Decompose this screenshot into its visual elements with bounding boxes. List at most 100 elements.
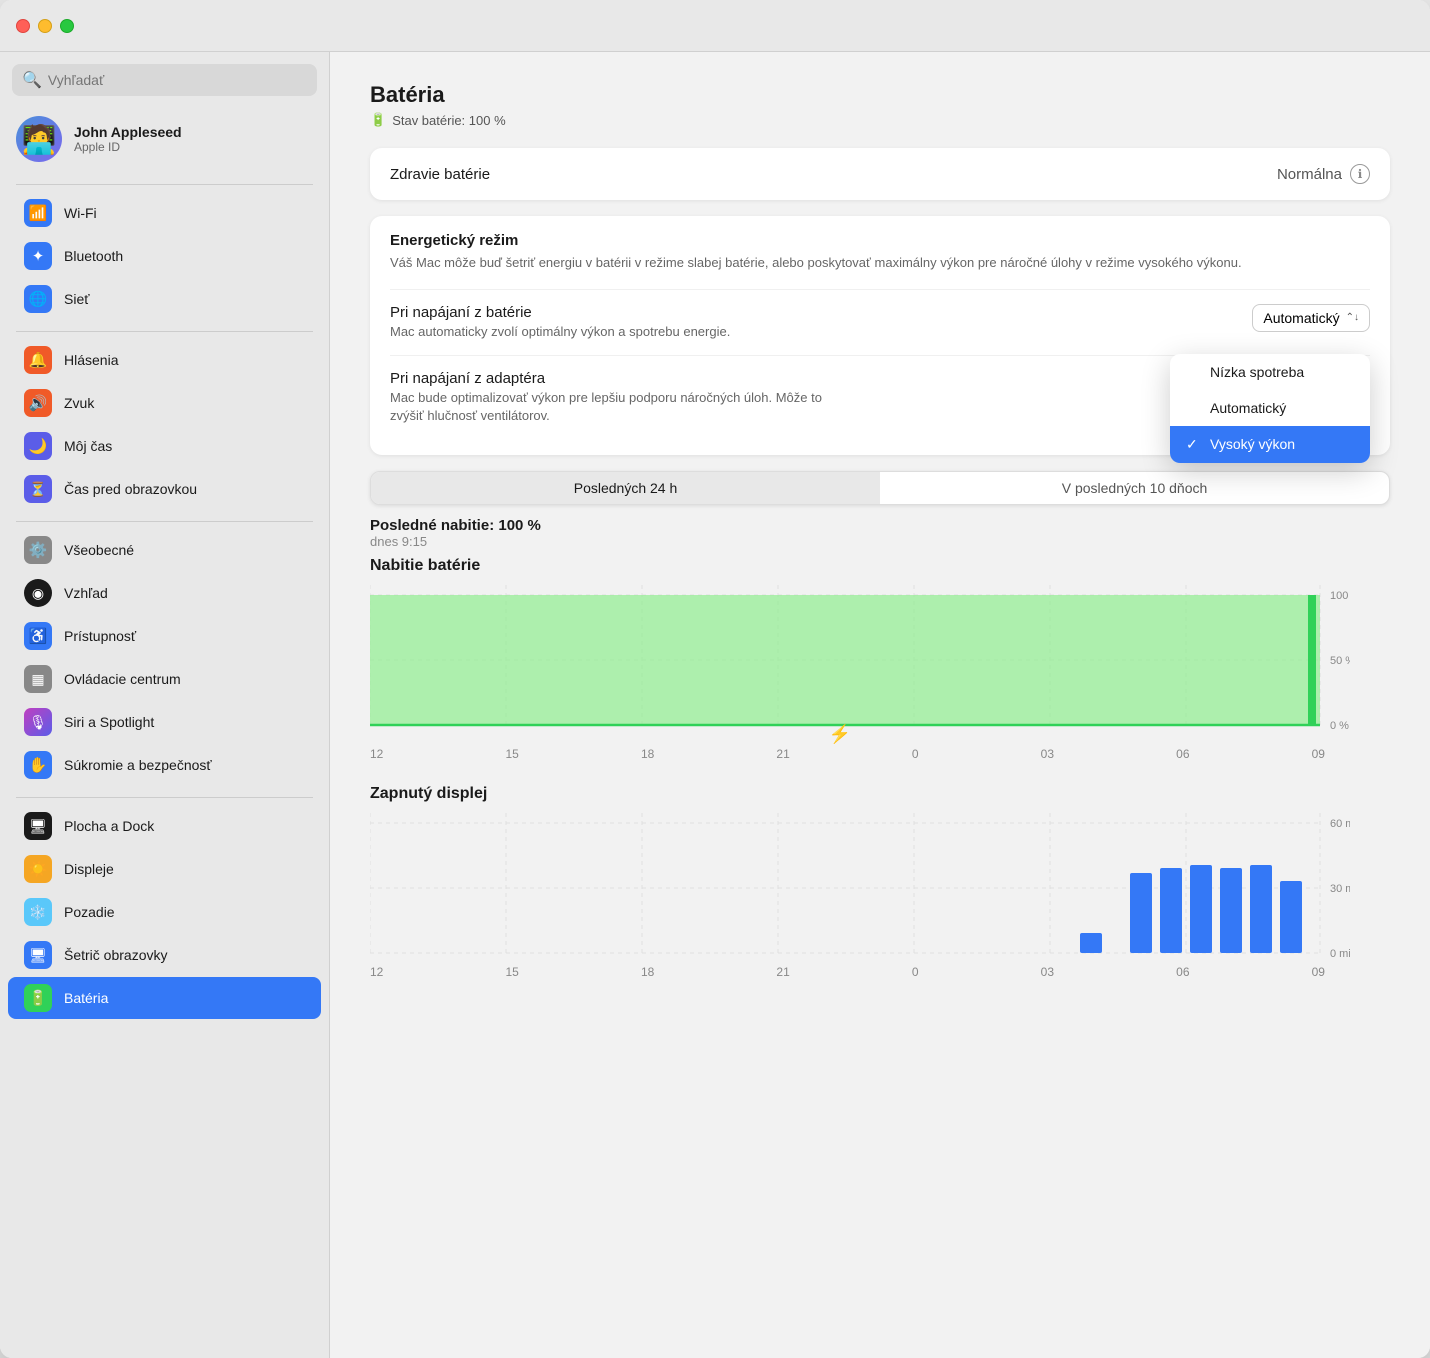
x-label-0: 0 [912, 747, 919, 761]
sidebar-item-wallpaper-label: Pozadie [64, 904, 115, 920]
sidebar-item-wifi-label: Wi-Fi [64, 205, 97, 221]
sidebar-section-network: 📶 Wi-Fi ✦ Bluetooth 🌐 Sieť [0, 191, 329, 321]
sidebar-section-notifications: 🔔 Hlásenia 🔊 Zvuk 🌙 Môj čas ⏳ Čas pred o… [0, 338, 329, 511]
sidebar-item-screentime[interactable]: ⏳ Čas pred obrazovkou [8, 468, 321, 510]
energy-section: Energetický režim Váš Mac môže buď šetri… [370, 216, 1390, 455]
time-10days-button[interactable]: V posledných 10 dňoch [880, 472, 1389, 504]
maximize-button[interactable] [60, 19, 74, 33]
battery-status-text: Stav batérie: 100 % [392, 113, 505, 128]
last-charged-text: Posledné nabitie: 100 % [370, 517, 1390, 534]
sidebar-item-accessibility[interactable]: ♿ Prístupnosť [8, 615, 321, 657]
main-panel: Batéria 🔋 Stav batérie: 100 % Zdravie ba… [330, 52, 1430, 1358]
battery-row-desc: Mac automaticky zvolí optimálny výkon a … [390, 323, 730, 341]
sidebar-section-system: ⚙️ Všeobecné ◉ Vzhľad ♿ Prístupnosť ▦ Ov… [0, 528, 329, 787]
sidebar-item-battery[interactable]: 🔋 Batéria [8, 977, 321, 1019]
accessibility-icon: ♿ [24, 622, 52, 650]
sidebar-item-screensaver[interactable]: 🖥 Šetrič obrazovky [8, 934, 321, 976]
user-profile[interactable]: 🧑‍💻 John Appleseed Apple ID [0, 108, 329, 170]
sidebar-item-appearance[interactable]: ◉ Vzhľad [8, 572, 321, 614]
display-chart-svg: 60 min 30 min 0 min [370, 813, 1350, 963]
desktop-icon: 🖥 [24, 812, 52, 840]
time-24h-button[interactable]: Posledných 24 h [371, 472, 880, 504]
battery-power-row: Pri napájaní z batérie Mac automaticky z… [390, 289, 1370, 355]
page-header: Batéria 🔋 Stav batérie: 100 % [370, 82, 1390, 128]
check-icon-high: ✓ [1186, 436, 1202, 453]
sidebar-item-siri-label: Siri a Spotlight [64, 714, 154, 730]
sidebar-item-wifi[interactable]: 📶 Wi-Fi [8, 192, 321, 234]
display-chart-section: Zapnutý displej [370, 785, 1390, 979]
battery-mode-dropdown[interactable]: Automatický ⌃↓ [1252, 304, 1370, 332]
chevron-down-icon: ⌃↓ [1346, 312, 1359, 323]
battery-icon-small: 🔋 [370, 112, 386, 128]
display-chart-title: Zapnutý displej [370, 785, 1390, 803]
battery-mode-value: Automatický [1263, 310, 1339, 326]
sidebar-divider-2 [16, 331, 313, 332]
battery-chart-wrapper: ⚡ 100 % 50 % 0 % 12 15 18 21 0 03 [370, 585, 1390, 761]
d-x-label-15: 15 [505, 965, 518, 979]
sidebar-item-sound-label: Zvuk [64, 395, 94, 411]
dropdown-item-low[interactable]: Nízka spotreba [1170, 354, 1370, 390]
energy-mode-description: Váš Mac môže buď šetriť energiu v batéri… [390, 253, 1370, 273]
battery-row-text: Pri napájaní z batérie Mac automaticky z… [390, 304, 730, 341]
sidebar-item-screensaver-label: Šetrič obrazovky [64, 947, 167, 963]
sidebar-item-screentime-label: Čas pred obrazovkou [64, 481, 197, 497]
adapter-row-desc: Mac bude optimalizovať výkon pre lepšiu … [390, 389, 850, 425]
sidebar-item-bluetooth[interactable]: ✦ Bluetooth [8, 235, 321, 277]
bluetooth-icon: ✦ [24, 242, 52, 270]
close-button[interactable] [16, 19, 30, 33]
dropdown-label-high: Vysoký výkon [1210, 436, 1295, 452]
dropdown-item-high[interactable]: ✓ Vysoký výkon [1170, 426, 1370, 463]
sound-icon: 🔊 [24, 389, 52, 417]
search-input[interactable] [48, 72, 307, 88]
sidebar-item-displays[interactable]: ☀️ Displeje [8, 848, 321, 890]
battery-chart-svg: ⚡ 100 % 50 % 0 % [370, 585, 1350, 745]
sidebar-item-privacy[interactable]: ✋ Súkromie a bezpečnosť [8, 744, 321, 786]
svg-text:0 %: 0 % [1330, 720, 1349, 732]
sidebar-item-displays-label: Displeje [64, 861, 114, 877]
x-label-12: 12 [370, 747, 383, 761]
focus-icon: 🌙 [24, 432, 52, 460]
sidebar-item-wallpaper[interactable]: ❄️ Pozadie [8, 891, 321, 933]
sidebar-item-focus-label: Môj čas [64, 438, 112, 454]
svg-text:⚡: ⚡ [829, 723, 851, 745]
d-x-label-0: 0 [912, 965, 919, 979]
sidebar-item-battery-label: Batéria [64, 990, 108, 1006]
x-label-06: 06 [1176, 747, 1189, 761]
battery-chart-section: Nabitie batérie [370, 557, 1390, 761]
dropdown-item-auto[interactable]: Automatický [1170, 390, 1370, 426]
screentime-icon: ⏳ [24, 475, 52, 503]
svg-text:0 min: 0 min [1330, 948, 1350, 960]
battery-x-axis: 12 15 18 21 0 03 06 09 [370, 747, 1325, 761]
sidebar-item-bluetooth-label: Bluetooth [64, 248, 123, 264]
x-label-03: 03 [1041, 747, 1054, 761]
user-info: John Appleseed Apple ID [74, 124, 182, 154]
sidebar-divider-1 [16, 184, 313, 185]
sidebar-item-focus[interactable]: 🌙 Môj čas [8, 425, 321, 467]
display-chart-wrapper: 60 min 30 min 0 min 12 15 18 21 0 03 06 … [370, 813, 1390, 979]
sidebar-divider-4 [16, 797, 313, 798]
dropdown-label-auto: Automatický [1210, 400, 1286, 416]
sidebar-item-desktop[interactable]: 🖥 Plocha a Dock [8, 805, 321, 847]
displays-icon: ☀️ [24, 855, 52, 883]
wifi-icon: 📶 [24, 199, 52, 227]
display-x-axis: 12 15 18 21 0 03 06 09 [370, 965, 1325, 979]
x-label-09: 09 [1312, 747, 1325, 761]
sidebar-item-notifications[interactable]: 🔔 Hlásenia [8, 339, 321, 381]
adapter-row-label: Pri napájaní z adaptéra [390, 370, 850, 387]
sidebar-item-general[interactable]: ⚙️ Všeobecné [8, 529, 321, 571]
info-button[interactable]: ℹ [1350, 164, 1370, 184]
minimize-button[interactable] [38, 19, 52, 33]
sidebar-item-sound[interactable]: 🔊 Zvuk [8, 382, 321, 424]
sidebar-item-controlcenter[interactable]: ▦ Ovládacie centrum [8, 658, 321, 700]
sidebar-item-network[interactable]: 🌐 Sieť [8, 278, 321, 320]
d-x-label-21: 21 [776, 965, 789, 979]
sidebar-item-siri[interactable]: 🎙 Siri a Spotlight [8, 701, 321, 743]
main-content: 🔍 🧑‍💻 John Appleseed Apple ID 📶 Wi-Fi [0, 52, 1430, 1358]
screensaver-icon: 🖥 [24, 941, 52, 969]
d-x-label-12: 12 [370, 965, 383, 979]
user-name: John Appleseed [74, 124, 182, 140]
controlcenter-icon: ▦ [24, 665, 52, 693]
page-title: Batéria [370, 82, 1390, 108]
search-bar[interactable]: 🔍 [12, 64, 317, 96]
svg-text:100 %: 100 % [1330, 590, 1350, 602]
